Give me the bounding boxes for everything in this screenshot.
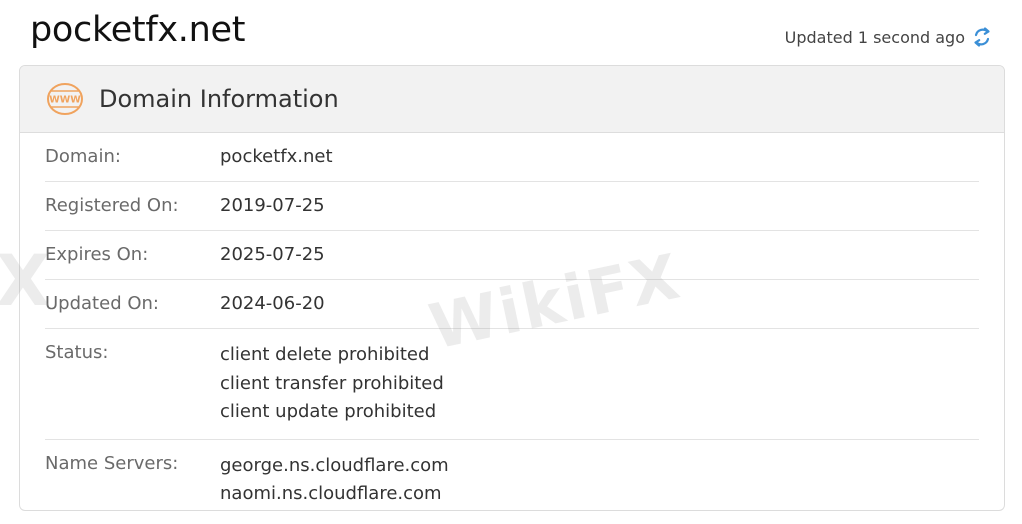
info-row: Name Servers: george.ns.cloudflare.com nao… xyxy=(45,440,979,511)
info-value-line: client delete prohibited xyxy=(220,344,430,365)
info-row: Domain: pocketfx.net xyxy=(45,133,979,182)
info-row-label: Expires On: xyxy=(45,244,149,265)
info-row-value: george.ns.cloudflare.com naomi.ns.cloudfl… xyxy=(220,452,449,509)
info-row-label: Updated On: xyxy=(45,293,159,314)
domain-info-rows: Domain: pocketfx.net Registered On: 2019-07… xyxy=(20,133,1004,511)
info-row-label: Name Servers: xyxy=(45,452,179,474)
info-row-value: 2019-07-25 xyxy=(220,194,325,218)
info-row-label: Status: xyxy=(45,342,109,363)
page-title: pocketfx.net xyxy=(30,10,246,50)
info-value-line: pocketfx.net xyxy=(220,146,333,167)
page: pocketfx.net Updated 1 second ago WWW Do… xyxy=(0,0,1022,524)
info-value-line: naomi.ns.cloudflare.com xyxy=(220,483,442,504)
updated-text: Updated 1 second ago xyxy=(784,27,965,47)
www-globe-icon: WWW xyxy=(46,82,84,116)
info-row-label: Domain: xyxy=(45,146,121,167)
updated-status: Updated 1 second ago xyxy=(785,26,992,48)
info-value-line: 2019-07-25 xyxy=(220,195,325,216)
info-row: Status: client delete prohibited client tr… xyxy=(45,329,979,440)
info-row-value: 2024-06-20 xyxy=(220,292,325,316)
card-header: WWW Domain Information xyxy=(20,66,1004,133)
info-value-line: 2024-06-20 xyxy=(220,293,325,314)
info-value-line: george.ns.cloudflare.com xyxy=(220,454,449,476)
www-icon-text: WWW xyxy=(49,95,81,106)
info-row: Expires On: 2025-07-25 xyxy=(45,231,979,280)
card-title: Domain Information xyxy=(99,85,339,113)
info-row-value: 2025-07-25 xyxy=(220,243,325,267)
info-row-value: client delete prohibited client transfer … xyxy=(220,341,444,427)
info-row-value: pocketfx.net xyxy=(220,145,333,169)
info-value-line: client update prohibited xyxy=(220,401,437,422)
info-value-line: 2025-07-25 xyxy=(220,244,325,265)
info-row: Updated On: 2024-06-20 xyxy=(45,280,979,329)
info-row-label: Registered On: xyxy=(45,195,179,216)
info-row: Registered On: 2019-07-25 xyxy=(45,182,979,231)
refresh-icon[interactable] xyxy=(972,26,992,48)
domain-info-card: WWW Domain Information Domain: pocketfx.n… xyxy=(19,65,1005,511)
info-value-line: client transfer prohibited xyxy=(220,372,444,394)
